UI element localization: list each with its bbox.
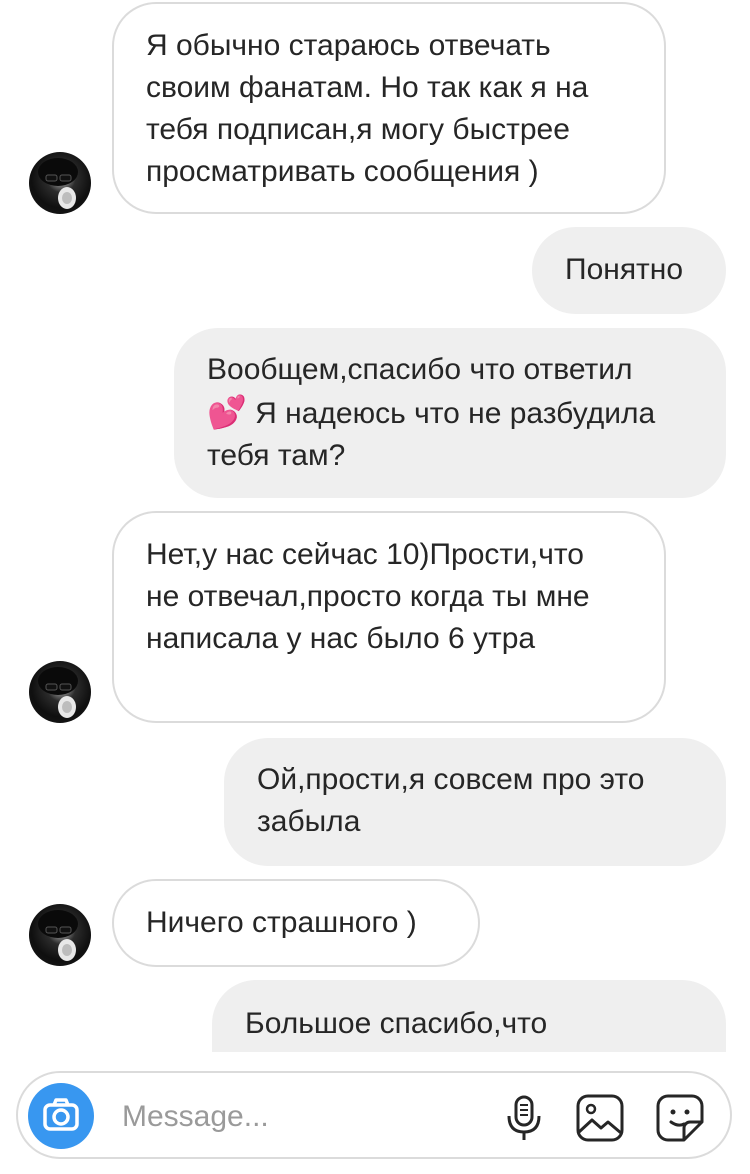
camera-button[interactable] — [28, 1083, 94, 1149]
message-composer — [16, 1071, 732, 1159]
avatar-portrait-icon — [38, 158, 78, 209]
message-text: Я обычно стараюсь отвечать своим фанатам… — [146, 29, 589, 188]
microphone-icon — [507, 1095, 541, 1140]
gallery-icon — [576, 1094, 624, 1142]
outgoing-message-bubble[interactable]: Большое спасибо,что — [212, 980, 726, 1052]
outgoing-message-bubble[interactable]: Понятно — [532, 227, 726, 314]
incoming-message-bubble[interactable]: Ничего страшного ) — [112, 879, 480, 967]
incoming-message-bubble[interactable]: Я обычно стараюсь отвечать своим фанатам… — [112, 2, 666, 214]
two-hearts-emoji-icon: 💕 — [207, 393, 247, 431]
sticker-button[interactable] — [654, 1092, 706, 1144]
sender-avatar[interactable] — [29, 661, 91, 723]
message-text: Большое спасибо,что — [245, 1007, 548, 1040]
message-input[interactable] — [122, 1097, 482, 1137]
outgoing-message-bubble[interactable]: Ой,прости,я совсем про это забыла — [224, 738, 726, 866]
message-text: Я надеюсь что не разбудила тебя там? — [207, 397, 656, 472]
incoming-message-bubble[interactable]: Нет,у нас сейчас 10)Прости,что не отвеча… — [112, 511, 666, 723]
gallery-button[interactable] — [574, 1092, 626, 1144]
sender-avatar[interactable] — [29, 904, 91, 966]
sender-avatar[interactable] — [29, 152, 91, 214]
outgoing-message-bubble[interactable]: Вообщем,спасибо что ответил 💕 Я надеюсь ч… — [174, 328, 726, 498]
microphone-button[interactable] — [498, 1092, 550, 1144]
avatar-portrait-icon — [38, 910, 78, 961]
message-text: Ой,прости,я совсем про это забыла — [257, 763, 645, 838]
sticker-icon — [656, 1094, 704, 1142]
message-text: Вообщем,спасибо что ответил — [207, 353, 633, 386]
message-thread[interactable]: Я обычно стараюсь отвечать своим фанатам… — [0, 0, 750, 1052]
avatar-portrait-icon — [38, 667, 78, 718]
message-text: Понятно — [565, 253, 684, 286]
message-text: Нет,у нас сейчас 10)Прости,что не отвеча… — [146, 538, 590, 655]
message-text: Ничего страшного ) — [146, 906, 417, 939]
camera-icon — [43, 1098, 79, 1131]
